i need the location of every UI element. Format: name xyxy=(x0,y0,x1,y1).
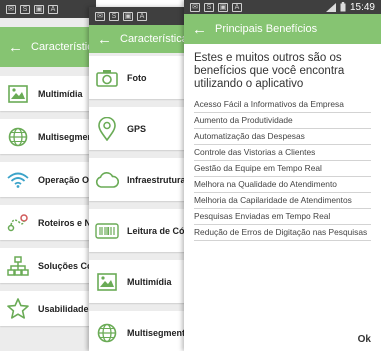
skype-icon: S xyxy=(109,11,119,21)
mail-icon: ✉ xyxy=(6,4,16,14)
feature-list: Multimídia Multisegmento Operação On-lin… xyxy=(0,76,96,326)
list-item-operacao-online[interactable]: Operação On-line xyxy=(0,162,96,197)
location-pin-icon xyxy=(95,116,119,141)
benefits-panel: Estes e muitos outros são os benefícios … xyxy=(184,44,381,241)
wifi-icon xyxy=(6,168,30,192)
list-item-multimidia[interactable]: Multimídia xyxy=(0,76,96,111)
ok-button[interactable]: Ok xyxy=(358,334,371,345)
battery-icon xyxy=(340,2,346,12)
page-title: Características Téc xyxy=(31,41,96,53)
item-label: Soluções Corpora xyxy=(38,260,96,271)
screenshot-icon: ▣ xyxy=(123,11,133,21)
benefit-item: Pesquisas Enviadas em Tempo Real xyxy=(194,209,371,225)
page-title: Principais Benefícios xyxy=(215,23,318,35)
route-icon xyxy=(6,211,30,235)
item-label: Multimídia xyxy=(38,88,83,99)
clock: 15:49 xyxy=(349,1,375,13)
app-bar: ← Características Téc xyxy=(0,27,96,67)
status-bar: ✉ S ▣ A xyxy=(0,0,96,18)
app-icon: A xyxy=(48,4,58,14)
screenshot-icon: ▣ xyxy=(218,2,228,12)
list-item-gps[interactable]: GPS xyxy=(89,107,185,150)
list-item-roteiros[interactable]: Roteiros e Navega xyxy=(0,205,96,240)
status-bar: ✉ S ▣ A xyxy=(89,7,185,25)
skype-icon: S xyxy=(20,4,30,14)
back-arrow-icon[interactable]: ← xyxy=(192,22,207,37)
status-bar: ✉ S ▣ A 15:49 xyxy=(184,0,381,14)
app-bar: ← Características Téc xyxy=(89,25,185,53)
mail-icon: ✉ xyxy=(190,2,200,12)
list-item-infraestrutura[interactable]: Infraestrutura xyxy=(89,158,185,201)
item-label: Leitura de Código xyxy=(127,225,185,236)
globe-icon xyxy=(6,125,30,149)
camera-icon xyxy=(95,66,119,90)
image-icon xyxy=(95,270,119,294)
back-arrow-icon[interactable]: ← xyxy=(8,40,23,55)
list-item-leitura-codigo[interactable]: Leitura de Código xyxy=(89,209,185,252)
list-item-foto[interactable]: Foto xyxy=(89,56,185,99)
app-icon: A xyxy=(137,11,147,21)
benefit-item: Automatização das Despesas xyxy=(194,129,371,145)
benefit-item: Gestão da Equipe em Tempo Real xyxy=(194,161,371,177)
screen-principais-beneficios: ✉ S ▣ A 15:49 ← Principais Benefícios Es… xyxy=(184,0,381,351)
page-title: Características Téc xyxy=(120,33,185,45)
item-label: Foto xyxy=(127,72,147,83)
image-icon xyxy=(6,82,30,106)
mail-icon: ✉ xyxy=(95,11,105,21)
benefit-item: Melhoria da Capilaridade de Atendimentos xyxy=(194,193,371,209)
barcode-icon xyxy=(95,219,119,243)
item-label: GPS xyxy=(127,123,147,134)
org-chart-icon xyxy=(6,254,30,278)
item-label: Multimídia xyxy=(127,276,172,287)
item-label: Multisegmento xyxy=(38,131,96,142)
cloud-icon xyxy=(95,168,119,192)
benefit-item: Melhora na Qualidade do Atendimento xyxy=(194,177,371,193)
intro-text: Estes e muitos outros são os benefícios … xyxy=(194,52,345,90)
list-item-multisegmento[interactable]: Multisegmento xyxy=(89,311,185,351)
app-icon: A xyxy=(232,2,242,12)
screen-caracteristicas-2: ✉ S ▣ A ← Características Téc Foto GPS I… xyxy=(89,7,185,351)
globe-icon xyxy=(95,321,119,345)
screen-caracteristicas-1: ✉ S ▣ A ← Características Téc Multimídia… xyxy=(0,0,96,351)
skype-icon: S xyxy=(204,2,214,12)
feature-list: Foto GPS Infraestrutura Leitura de Códig… xyxy=(89,56,185,351)
item-label: Operação On-line xyxy=(38,174,96,185)
benefit-item: Controle das Vistorias a Clientes xyxy=(194,145,371,161)
item-label: Multisegmento xyxy=(127,327,185,338)
back-arrow-icon[interactable]: ← xyxy=(97,32,112,47)
signal-icon xyxy=(325,2,336,12)
item-label: Infraestrutura xyxy=(127,174,185,185)
benefit-item: Aumento da Produtividade xyxy=(194,113,371,129)
list-item-multimidia[interactable]: Multimídia xyxy=(89,260,185,303)
list-item-multisegmento[interactable]: Multisegmento xyxy=(0,119,96,154)
list-item-solucoes[interactable]: Soluções Corpora xyxy=(0,248,96,283)
app-bar: ← Principais Benefícios xyxy=(184,14,381,44)
item-label: Roteiros e Navega xyxy=(38,217,96,228)
star-icon xyxy=(6,297,30,321)
list-item-usabilidade[interactable]: Usabilidade xyxy=(0,291,96,326)
item-label: Usabilidade xyxy=(38,303,89,314)
benefit-item: Redução de Erros de Digitação nas Pesqui… xyxy=(194,225,371,241)
benefit-item: Acesso Fácil a Informativos da Empresa xyxy=(194,97,371,113)
screenshot-icon: ▣ xyxy=(34,4,44,14)
